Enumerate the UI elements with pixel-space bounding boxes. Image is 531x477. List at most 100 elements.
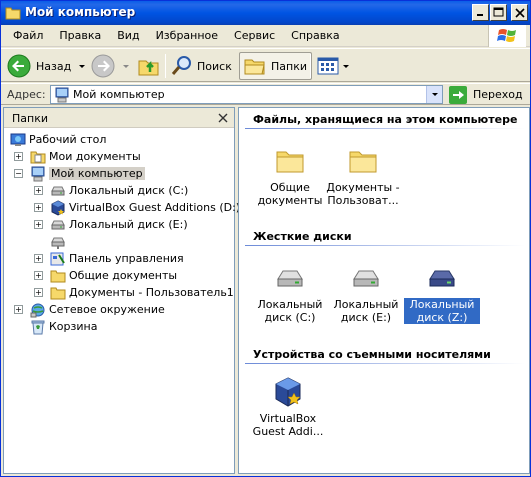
explorer-window: Мой компьютер Файл Правка Вид Избранное …: [0, 0, 531, 477]
recycle-bin-icon: [31, 320, 45, 334]
chevron-down-icon[interactable]: [79, 64, 86, 68]
tree-expand-button[interactable]: +: [34, 186, 43, 195]
item-virtualbox-cd[interactable]: VirtualBox Guest Addi...: [250, 376, 326, 438]
menu-favorites[interactable]: Избранное: [148, 26, 226, 46]
group-divider: [245, 363, 525, 364]
tree-expand-button[interactable]: +: [34, 220, 43, 229]
group-title-files: Файлы, хранящиеся на этом компьютере: [253, 113, 518, 126]
forward-arrow-icon: [91, 54, 115, 78]
menu-tools[interactable]: Сервис: [226, 26, 283, 46]
go-button[interactable]: Переход: [449, 85, 523, 104]
tree-item-network[interactable]: Сетевое окружение: [30, 301, 165, 318]
tree-item-drive-c[interactable]: Локальный диск (C:): [50, 182, 188, 199]
minimize-button[interactable]: [472, 4, 489, 21]
item-shared-documents[interactable]: Общие документы: [252, 145, 328, 207]
item-label: Локальный диск (C:): [257, 298, 323, 324]
tree-item-shared-documents[interactable]: Общие документы: [50, 267, 177, 284]
close-button[interactable]: [511, 4, 528, 21]
menu-file[interactable]: Файл: [5, 26, 51, 46]
tree-item-label: VirtualBox Guest Additions (D:): [69, 201, 241, 214]
item-user-documents[interactable]: Документы - Пользоват...: [325, 145, 401, 207]
menu-edit[interactable]: Правка: [51, 26, 109, 46]
desktop-icon: [10, 133, 26, 146]
drive-icon: [51, 186, 65, 195]
up-folder-icon: [138, 60, 159, 76]
folder-icon: [50, 270, 66, 282]
address-bar: Адрес: Мой компьютер Переход: [1, 83, 530, 105]
close-icon: [218, 113, 228, 123]
search-button[interactable]: Поиск: [171, 52, 232, 80]
item-label: Локальный диск (Z:): [403, 297, 481, 325]
minimize-icon: [477, 14, 483, 16]
tree-item-my-documents[interactable]: Мои документы: [30, 148, 141, 165]
tree-item-control-panel[interactable]: Панель управления: [50, 250, 184, 267]
views-button[interactable]: [317, 52, 349, 80]
chevron-down-icon: [431, 93, 438, 96]
chevron-down-icon[interactable]: [343, 64, 349, 68]
virtualbox-cd-icon: [275, 377, 301, 407]
item-drive-z[interactable]: Локальный диск (Z:): [403, 262, 481, 325]
tree-item-label: Общие документы: [69, 269, 178, 282]
forward-button[interactable]: [91, 52, 129, 80]
tree-expand-button[interactable]: +: [14, 152, 23, 161]
content-pane: Файлы, хранящиеся на этом компьютере Общ…: [238, 107, 530, 474]
up-folder-button[interactable]: [137, 52, 161, 80]
address-dropdown-button[interactable]: [426, 86, 442, 103]
tree-item-label: Документы - Пользователь1: [69, 286, 234, 299]
menu-help[interactable]: Справка: [283, 26, 347, 46]
folders-label: Папки: [271, 59, 307, 73]
tree-item-drive-e[interactable]: Локальный диск (E:): [50, 216, 188, 233]
tree-expand-button[interactable]: +: [34, 254, 43, 263]
go-arrow-icon: [449, 85, 467, 104]
hard-drive-icon: [277, 270, 303, 287]
folders-button[interactable]: Папки: [239, 52, 312, 80]
drive-icon: [51, 220, 65, 229]
tree-item-desktop[interactable]: Рабочий стол: [10, 131, 106, 148]
address-value: Мой компьютер: [73, 88, 165, 101]
chevron-down-icon[interactable]: [123, 64, 129, 68]
toolbar: Назад Поиск Папки: [1, 48, 530, 82]
folders-pane-close-button[interactable]: [216, 111, 230, 125]
group-divider: [245, 245, 525, 246]
tree-item-my-computer[interactable]: Мой компьютер: [30, 165, 145, 182]
my-documents-icon: [30, 151, 46, 163]
tree-item-label: Локальный диск (E:): [69, 218, 188, 231]
control-panel-icon: [50, 252, 65, 265]
tree-expand-button[interactable]: +: [34, 271, 43, 280]
tree-item-drive-d[interactable]: VirtualBox Guest Additions (D:): [50, 199, 240, 216]
item-label: Общие документы: [257, 181, 323, 207]
item-drive-e[interactable]: Локальный диск (E:): [328, 262, 404, 324]
tree-item-recycle-bin[interactable]: Корзина: [30, 318, 97, 335]
item-drive-c[interactable]: Локальный диск (C:): [252, 262, 328, 324]
tree-item-user-documents[interactable]: Документы - Пользователь1: [50, 284, 234, 301]
back-arrow-icon: [7, 54, 31, 78]
item-label: VirtualBox Guest Addi...: [252, 412, 324, 438]
title-bar[interactable]: Мой компьютер: [1, 1, 530, 25]
window-title: Мой компьютер: [25, 5, 136, 19]
tree-collapse-button[interactable]: −: [14, 169, 23, 178]
tree-item-label: Локальный диск (C:): [69, 184, 189, 197]
tree-expand-button[interactable]: +: [34, 288, 43, 297]
address-input[interactable]: Мой компьютер: [50, 85, 443, 104]
folders-pane: Папки Рабочий стол + Мои документы − Мой…: [3, 107, 240, 474]
tree-item-network-drive[interactable]: [50, 233, 69, 250]
tree-expand-button[interactable]: +: [14, 305, 23, 314]
tree-expand-button[interactable]: +: [34, 203, 43, 212]
address-label: Адрес:: [7, 88, 46, 101]
folders-icon: [244, 59, 265, 75]
search-icon: [171, 56, 191, 75]
hard-drive-dark-icon: [429, 270, 455, 287]
menu-view[interactable]: Вид: [109, 26, 147, 46]
tree-item-label: Корзина: [49, 320, 98, 333]
maximize-button[interactable]: [490, 4, 507, 21]
back-button[interactable]: Назад: [7, 52, 86, 80]
folder-icon: [349, 151, 377, 173]
my-computer-icon: [31, 166, 45, 181]
group-title-removable: Устройства со съемными носителями: [253, 348, 491, 361]
search-label: Поиск: [197, 59, 232, 73]
network-icon: [30, 303, 45, 317]
item-label: Документы - Пользоват...: [326, 181, 400, 207]
tree-item-label: Мой компьютер: [49, 167, 145, 180]
hard-drive-icon: [353, 270, 379, 287]
tree-item-label: Панель управления: [69, 252, 184, 265]
